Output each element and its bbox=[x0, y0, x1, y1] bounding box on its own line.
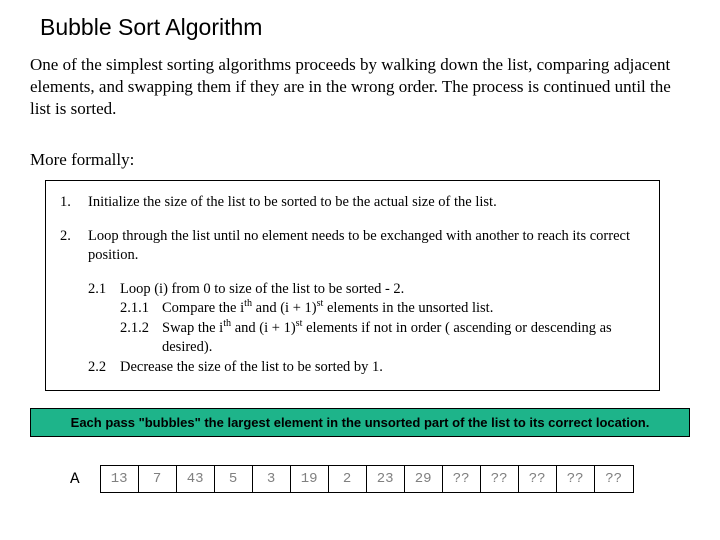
step-2-1-num: 2.1 bbox=[88, 280, 120, 300]
step-2-1-text: Loop (i) from 0 to size of the list to b… bbox=[120, 280, 645, 300]
array-cell: ?? bbox=[443, 466, 481, 492]
step-2-text: Loop through the list until no element n… bbox=[88, 227, 645, 266]
array-cell: 3 bbox=[253, 466, 291, 492]
array-cell: ?? bbox=[595, 466, 633, 492]
array-cell: ?? bbox=[557, 466, 595, 492]
array-cell: 13 bbox=[101, 466, 139, 492]
array-cell: 7 bbox=[139, 466, 177, 492]
callout-banner: Each pass "bubbles" the largest element … bbox=[30, 408, 690, 437]
page-title: Bubble Sort Algorithm bbox=[40, 14, 262, 41]
array-cell: 2 bbox=[329, 466, 367, 492]
step-2-num: 2. bbox=[60, 227, 88, 266]
array-cell: ?? bbox=[519, 466, 557, 492]
array-wrap: A 13 7 43 5 3 19 2 23 29 ?? ?? ?? ?? ?? bbox=[70, 465, 634, 493]
intro-paragraph: One of the simplest sorting algorithms p… bbox=[30, 54, 690, 120]
step-2-1-1-num: 2.1.1 bbox=[120, 299, 162, 319]
step-2-1-1-text: Compare the ith and (i + 1)st elements i… bbox=[162, 299, 645, 319]
step-2-2-text: Decrease the size of the list to be sort… bbox=[120, 358, 645, 378]
step-1-text: Initialize the size of the list to be so… bbox=[88, 193, 645, 213]
steps-box: 1. Initialize the size of the list to be… bbox=[45, 180, 660, 391]
array-label: A bbox=[70, 470, 80, 488]
array-cell: 19 bbox=[291, 466, 329, 492]
array-cell: ?? bbox=[481, 466, 519, 492]
step-2-1-2-text: Swap the ith and (i + 1)st elements if n… bbox=[162, 319, 645, 358]
step-2-1-2-num: 2.1.2 bbox=[120, 319, 162, 358]
array: 13 7 43 5 3 19 2 23 29 ?? ?? ?? ?? ?? bbox=[100, 465, 634, 493]
array-cell: 43 bbox=[177, 466, 215, 492]
step-1-num: 1. bbox=[60, 193, 88, 213]
array-cell: 5 bbox=[215, 466, 253, 492]
step-2-2-num: 2.2 bbox=[88, 358, 120, 378]
formal-label: More formally: bbox=[30, 150, 134, 170]
array-cell: 23 bbox=[367, 466, 405, 492]
array-cell: 29 bbox=[405, 466, 443, 492]
